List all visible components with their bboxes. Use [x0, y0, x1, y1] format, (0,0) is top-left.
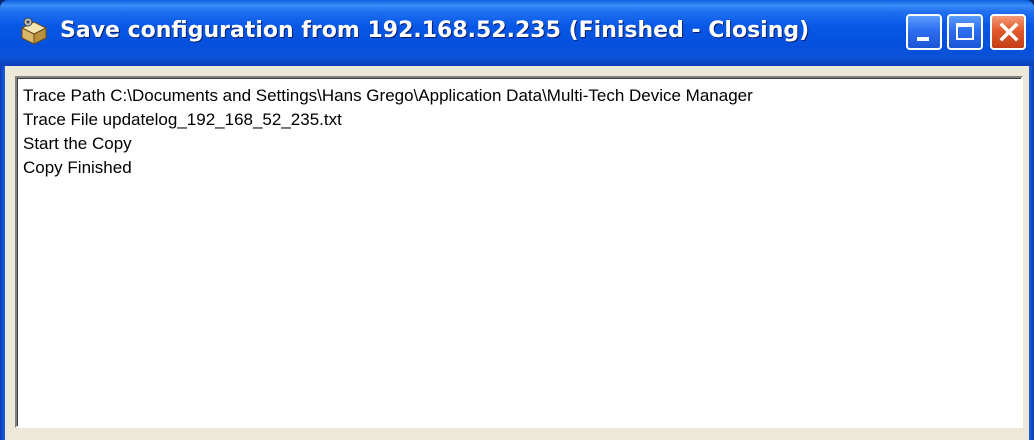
close-button[interactable] [990, 14, 1026, 50]
save-configuration-window: Save configuration from 192.168.52.235 (… [0, 0, 1034, 440]
log-line: Copy Finished [23, 158, 132, 177]
log-line: Trace Path C:\Documents and Settings\Han… [23, 86, 753, 105]
trace-log-lines: Trace Path C:\Documents and Settings\Han… [17, 78, 1021, 180]
close-icon [996, 19, 1022, 45]
log-line: Trace File updatelog_192_168_52_235.txt [23, 110, 342, 129]
gear-package-icon [18, 16, 52, 46]
window-frame-right[interactable] [1029, 66, 1034, 440]
title-bar[interactable]: Save configuration from 192.168.52.235 (… [0, 0, 1034, 66]
maximize-icon [956, 23, 974, 40]
maximize-button[interactable] [947, 14, 983, 50]
trace-log-textbox[interactable]: Trace Path C:\Documents and Settings\Han… [15, 76, 1023, 428]
window-body: Trace Path C:\Documents and Settings\Han… [5, 66, 1029, 440]
minimize-icon [917, 37, 929, 41]
minimize-button[interactable] [906, 14, 942, 50]
window-title: Save configuration from 192.168.52.235 (… [60, 18, 810, 43]
log-line: Start the Copy [23, 134, 132, 153]
